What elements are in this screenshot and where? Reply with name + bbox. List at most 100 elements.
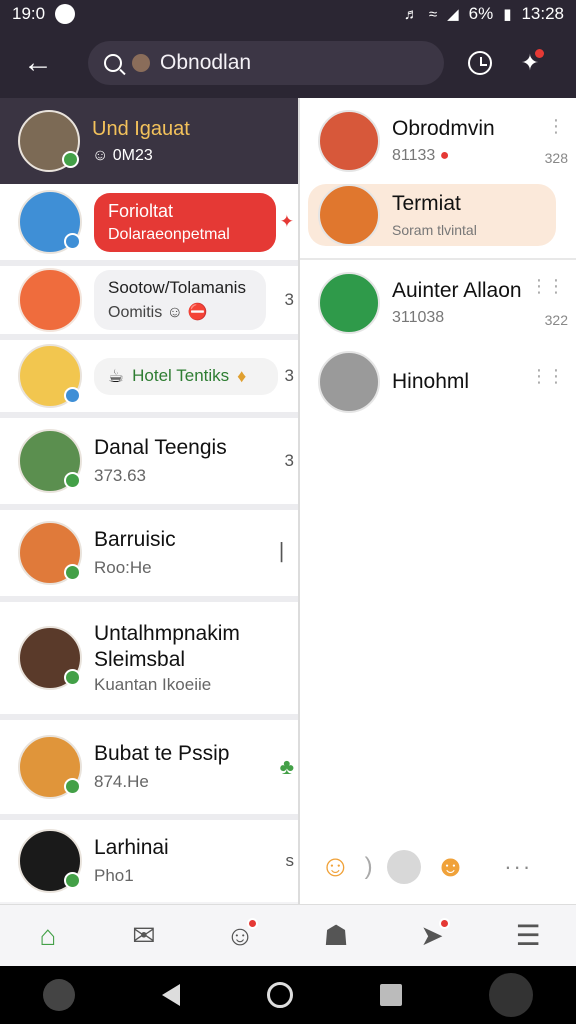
status-clock: 13:28 xyxy=(521,4,564,23)
ghost-icon: ☗ xyxy=(323,920,349,951)
contact-name: Auinter Allaon xyxy=(392,279,522,302)
list-item[interactable]: Auinter Allaon 311038 ⋮⋮ 322 xyxy=(300,260,576,346)
contact-name: Untalhmpnakim Sleimsbal xyxy=(94,622,240,671)
nav-contacts[interactable]: ☺ xyxy=(216,912,264,960)
avatar xyxy=(18,344,82,408)
back-arrow-icon: ← xyxy=(23,46,53,79)
nav-discover[interactable]: ➤ xyxy=(408,912,456,960)
avatar xyxy=(18,110,80,172)
contact-sub: Soram tlvintal xyxy=(392,222,477,238)
more-options-icon[interactable]: ⋮ xyxy=(547,116,565,137)
profile-thumbnail-icon[interactable] xyxy=(488,973,533,1017)
system-nav-bar xyxy=(0,966,576,1024)
bottom-nav: ⌂ ✉ ☺ ☗ ➤ ☰ xyxy=(0,904,576,966)
conversation-pane: Obrodmvin 81133 ● ⋮ 328 Termiat Soram tl… xyxy=(298,98,576,904)
avatar xyxy=(318,110,380,172)
nav-chats[interactable]: ✉ xyxy=(120,912,168,960)
system-back-button[interactable] xyxy=(162,984,181,1006)
history-button[interactable] xyxy=(460,43,500,83)
drink-icon: ☕ xyxy=(108,365,125,386)
profile-sub: ☺ 0M23 xyxy=(92,146,153,164)
status-time: 19:0 xyxy=(12,4,46,23)
status-icon xyxy=(64,669,81,686)
list-item[interactable]: Barruisic Roo:He ▏ xyxy=(0,510,298,602)
row-count: 3 xyxy=(284,290,294,309)
list-item[interactable]: Larhinai Pho1 s xyxy=(0,820,298,902)
contact-name: Larhinai xyxy=(94,836,169,859)
blank-reaction-icon[interactable] xyxy=(386,850,421,884)
row-count: 3 xyxy=(284,451,294,470)
nav-home[interactable]: ⌂ xyxy=(24,912,72,960)
smile-emoji-icon[interactable]: ☺ xyxy=(320,850,351,884)
contact-name: Danal Teengis xyxy=(94,436,227,459)
status-icon xyxy=(64,778,81,795)
system-home-button[interactable] xyxy=(266,982,293,1008)
share-button[interactable]: ✦ xyxy=(510,43,550,83)
status-bar: 19:0 ♬ ≈ ◢ 6% ▮ 13:28 xyxy=(0,0,576,28)
mute-icon: ♬ xyxy=(403,5,419,23)
drag-handle-icon[interactable]: ⋮⋮ xyxy=(530,366,565,387)
contact-sub: 874.He xyxy=(94,772,149,791)
avatar xyxy=(18,521,82,585)
gift-icon: ♦ xyxy=(237,365,247,386)
row-marker: s xyxy=(285,851,295,870)
list-item[interactable]: Untalhmpnakim Sleimsbal Kuantan Ikoeiie xyxy=(0,602,298,720)
notification-badge xyxy=(247,917,258,929)
search-avatar xyxy=(132,54,150,72)
notification-badge xyxy=(439,917,450,929)
signal-icon: ◢ xyxy=(447,6,459,23)
list-item[interactable]: Danal Teengis 373.63 3 xyxy=(0,418,298,510)
avatar xyxy=(18,429,82,493)
reaction-bar: ☺ ) ☻ ··· xyxy=(320,850,532,884)
drag-handle-icon[interactable]: ⋮⋮ xyxy=(530,276,565,297)
system-recents-button[interactable] xyxy=(379,984,402,1006)
nav-stories[interactable]: ☗ xyxy=(312,912,360,960)
avatar xyxy=(318,351,380,413)
contact-name: Bubat te Pssip xyxy=(94,742,230,765)
list-item[interactable]: Obrodmvin 81133 ● ⋮ 328 xyxy=(300,98,576,184)
profile-header[interactable]: Und Igauat ☺ 0M23 xyxy=(0,98,298,184)
contact-name: Barruisic xyxy=(94,528,176,551)
sparkle-icon: ✦ xyxy=(279,212,294,231)
avatar xyxy=(18,735,82,799)
message-time: 328 xyxy=(544,150,568,166)
status-icon xyxy=(64,564,81,581)
list-item[interactable]: Sootow/Tolamanis Oomitis ☺ ⛔ 3 xyxy=(0,266,298,340)
status-icon xyxy=(64,233,81,250)
contact-sub: Pho1 xyxy=(94,866,134,885)
app-notification-icon xyxy=(55,4,76,24)
message-time: 322 xyxy=(544,312,568,328)
list-item[interactable]: ☕ Hotel Tentiks ♦ 3 xyxy=(0,340,298,418)
more-reactions-icon[interactable]: ··· xyxy=(504,854,532,880)
contact-name: Hinohml xyxy=(392,370,470,393)
notification-badge xyxy=(535,49,544,58)
contact-sub: 311038 xyxy=(392,309,445,326)
sticker-icon: ♣ xyxy=(279,754,294,779)
assistant-icon[interactable] xyxy=(43,979,76,1011)
wifi-icon: ≈ xyxy=(428,5,438,23)
red-dot-icon: ● xyxy=(439,147,450,164)
clock-icon xyxy=(468,51,492,75)
list-item[interactable]: Forioltat Dolaraeonpetmal ✦ xyxy=(0,184,298,266)
row-marker: ▏ xyxy=(280,543,294,562)
message-bubble: ☕ Hotel Tentiks ♦ xyxy=(94,357,278,395)
contact-name: Obrodmvin xyxy=(392,117,495,140)
avatar xyxy=(18,829,82,893)
list-item-selected[interactable]: Termiat Soram tlvintal xyxy=(308,184,556,246)
nav-menu[interactable]: ☰ xyxy=(504,912,552,960)
avatar xyxy=(318,184,380,246)
list-item[interactable]: Bubat te Pssip 874.He ♣ xyxy=(0,720,298,820)
battery-icon: ▮ xyxy=(503,6,512,23)
chat-list-pane: Und Igauat ☺ 0M23 Forioltat Dolaraeonpet… xyxy=(0,98,298,904)
contact-name: Termiat xyxy=(392,192,461,215)
search-input[interactable]: Obnodlan xyxy=(160,51,251,75)
list-item[interactable]: Hinohml ⋮⋮ xyxy=(300,346,576,418)
online-status-icon xyxy=(62,151,79,168)
app-bar: ← Obnodlan ✦ xyxy=(0,28,576,98)
grin-emoji-icon[interactable]: ☻ xyxy=(435,850,467,884)
avatar xyxy=(18,268,82,332)
search-bar[interactable]: Obnodlan xyxy=(88,41,444,85)
row-count: 3 xyxy=(284,366,294,385)
back-button[interactable]: ← xyxy=(16,41,60,85)
avatar xyxy=(18,190,82,254)
